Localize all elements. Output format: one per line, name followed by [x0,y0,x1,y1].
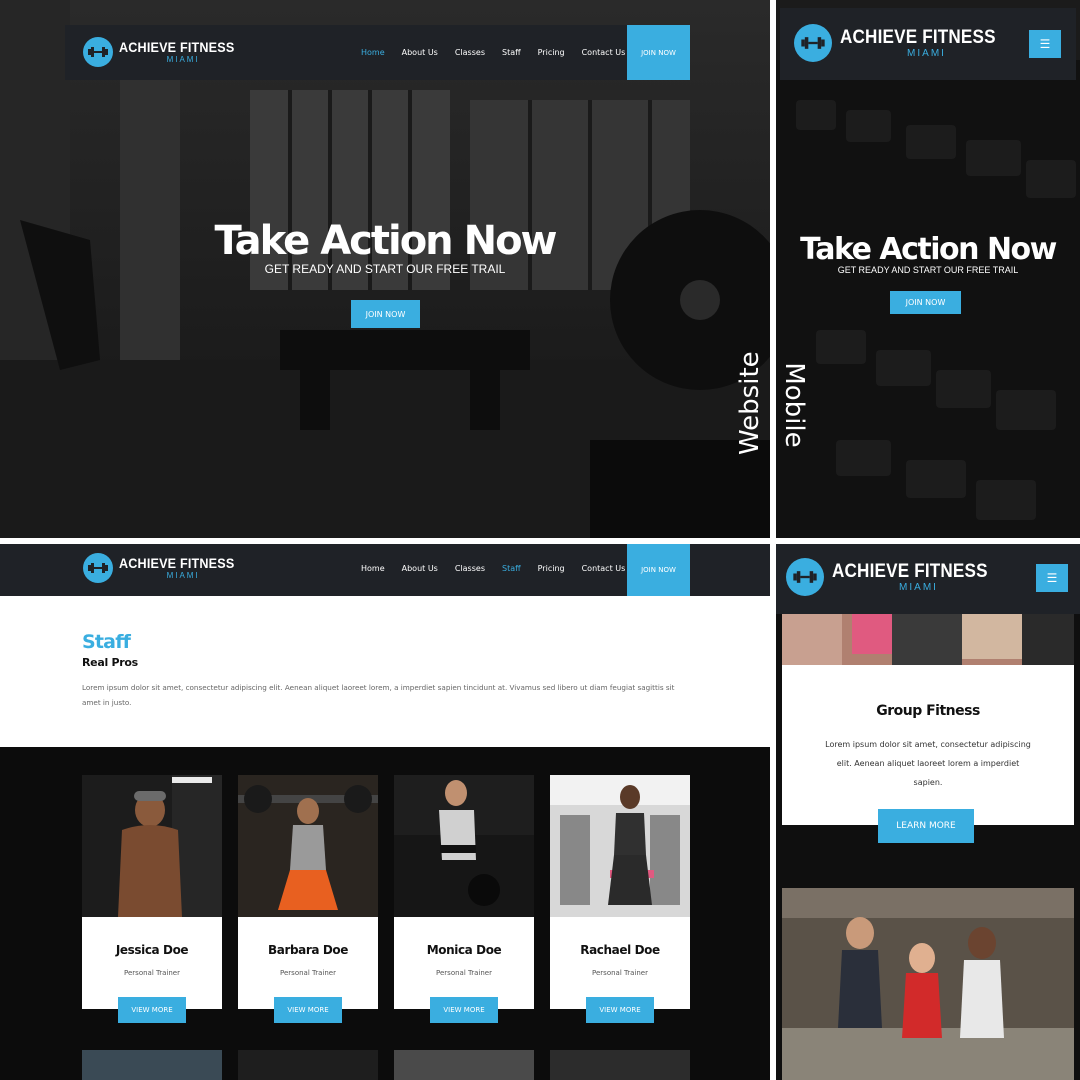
hero-title: Take Action Now [214,218,558,264]
nav-item-about[interactable]: About Us [402,48,438,57]
brand-logo[interactable]: ACHIEVE FITNESS MIAMI [83,553,247,583]
staff-heading: Staff [82,631,131,653]
class-card: Group Fitness Lorem ipsum dolor sit amet… [782,665,1074,825]
mobile-hero-subtitle: GET READY AND START OUR FREE TRAIL [837,265,1019,275]
nav-item-staff[interactable]: Staff [502,48,521,57]
nav-item-home[interactable]: Home [361,48,385,57]
staff-name: Rachael Doe [580,943,660,957]
staff-card: Monica Doe Personal Trainer VIEW MORE [394,775,534,1023]
website-hero-panel: ACHIEVE FITNESS MIAMI Home About Us Clas… [0,0,770,538]
class-title: Group Fitness [876,703,980,719]
brand-name: ACHIEVE FITNESS [840,26,996,48]
join-now-nav-button[interactable]: JOIN NOW [627,25,690,80]
staff-photo [394,1050,534,1080]
hero-join-now-button[interactable]: JOIN NOW [351,300,420,328]
website-label: Website [735,351,765,455]
dumbbell-icon [786,558,824,596]
hamburger-menu-icon[interactable]: ☰ [1036,564,1068,592]
staff-name: Monica Doe [426,943,502,957]
join-now-nav-button[interactable]: JOIN NOW [627,544,690,596]
staff-photo [550,775,690,917]
mobile-label: Mobile [779,362,809,448]
group-class-photo [782,888,1074,1080]
staff-role: Personal Trainer [592,969,648,977]
staff-name: Jessica Doe [115,943,189,957]
brand-name: ACHIEVE FITNESS [119,555,235,571]
staff-card: Barbara Doe Personal Trainer VIEW MORE [238,775,378,1023]
mobile-brand-logo[interactable]: ACHIEVE FITNESS MIAMI [786,558,1005,596]
staff-cards: Jessica Doe Personal Trainer VIEW MORE B… [82,775,692,1025]
staff-subheading: Real Pros [82,656,138,669]
nav-item-pricing[interactable]: Pricing [538,564,565,573]
staff-photo [82,775,222,917]
mobile-navbar: ACHIEVE FITNESS MIAMI ☰ [780,8,1076,80]
nav-item-contact[interactable]: Contact Us [582,48,626,57]
view-more-button[interactable]: VIEW MORE [118,997,186,1023]
brand-name: ACHIEVE FITNESS [119,39,235,55]
brand-logo[interactable]: ACHIEVE FITNESS MIAMI [83,37,247,67]
staff-name: Barbara Doe [268,943,348,957]
view-more-button[interactable]: VIEW MORE [274,997,342,1023]
hamburger-menu-icon[interactable]: ☰ [1029,30,1061,58]
nav-menu: Home About Us Classes Staff Pricing Cont… [361,564,642,573]
staff-card: Rachael Doe Personal Trainer VIEW MORE [550,775,690,1023]
mobile-navbar: ACHIEVE FITNESS MIAMI ☰ [776,544,1080,614]
staff-role: Personal Trainer [280,969,336,977]
nav-item-classes[interactable]: Classes [455,48,485,57]
mobile-brand-logo[interactable]: ACHIEVE FITNESS MIAMI [794,24,1013,62]
nav-menu: Home About Us Classes Staff Pricing Cont… [361,48,642,57]
hero-subtitle: GET READY AND START OUR FREE TRAIL [264,262,506,276]
mobile-join-now-button[interactable]: JOIN NOW [890,291,961,314]
class-description: Lorem ipsum dolor sit amet, consectetur … [825,740,1031,787]
staff-photo [82,1050,222,1080]
dumbbell-icon [83,553,113,583]
staff-photo [550,1050,690,1080]
nav-item-classes[interactable]: Classes [455,564,485,573]
staff-row-2 [82,1050,692,1080]
website-navbar: ACHIEVE FITNESS MIAMI Home About Us Clas… [65,25,690,80]
staff-role: Personal Trainer [436,969,492,977]
mobile-hero-panel: ACHIEVE FITNESS MIAMI ☰ Take Action Now … [776,0,1080,538]
dumbbell-icon [83,37,113,67]
staff-photo [394,775,534,917]
staff-photo [238,775,378,917]
learn-more-button[interactable]: LEARN MORE [878,809,974,843]
staff-card: Jessica Doe Personal Trainer VIEW MORE [82,775,222,1023]
brand-location: MIAMI [166,571,200,580]
mobile-classes-panel: ACHIEVE FITNESS MIAMI ☰ Group Fitness Lo… [776,544,1080,1080]
nav-item-contact[interactable]: Contact Us [582,564,626,573]
brand-location: MIAMI [907,47,946,59]
brand-location: MIAMI [166,55,200,64]
nav-item-pricing[interactable]: Pricing [538,48,565,57]
staff-role: Personal Trainer [124,969,180,977]
brand-name: ACHIEVE FITNESS [832,560,988,582]
mobile-hero-title: Take Action Now [800,232,1057,267]
staff-description: Lorem ipsum dolor sit amet, consectetur … [82,683,675,707]
staff-photo [238,1050,378,1080]
dumbbell-icon [794,24,832,62]
nav-item-staff[interactable]: Staff [502,564,521,573]
nav-item-home[interactable]: Home [361,564,385,573]
class-image-top [782,614,1074,665]
nav-item-about[interactable]: About Us [402,564,438,573]
view-more-button[interactable]: VIEW MORE [430,997,498,1023]
website-navbar: ACHIEVE FITNESS MIAMI Home About Us Clas… [0,544,770,596]
brand-location: MIAMI [899,581,938,593]
view-more-button[interactable]: VIEW MORE [586,997,654,1023]
